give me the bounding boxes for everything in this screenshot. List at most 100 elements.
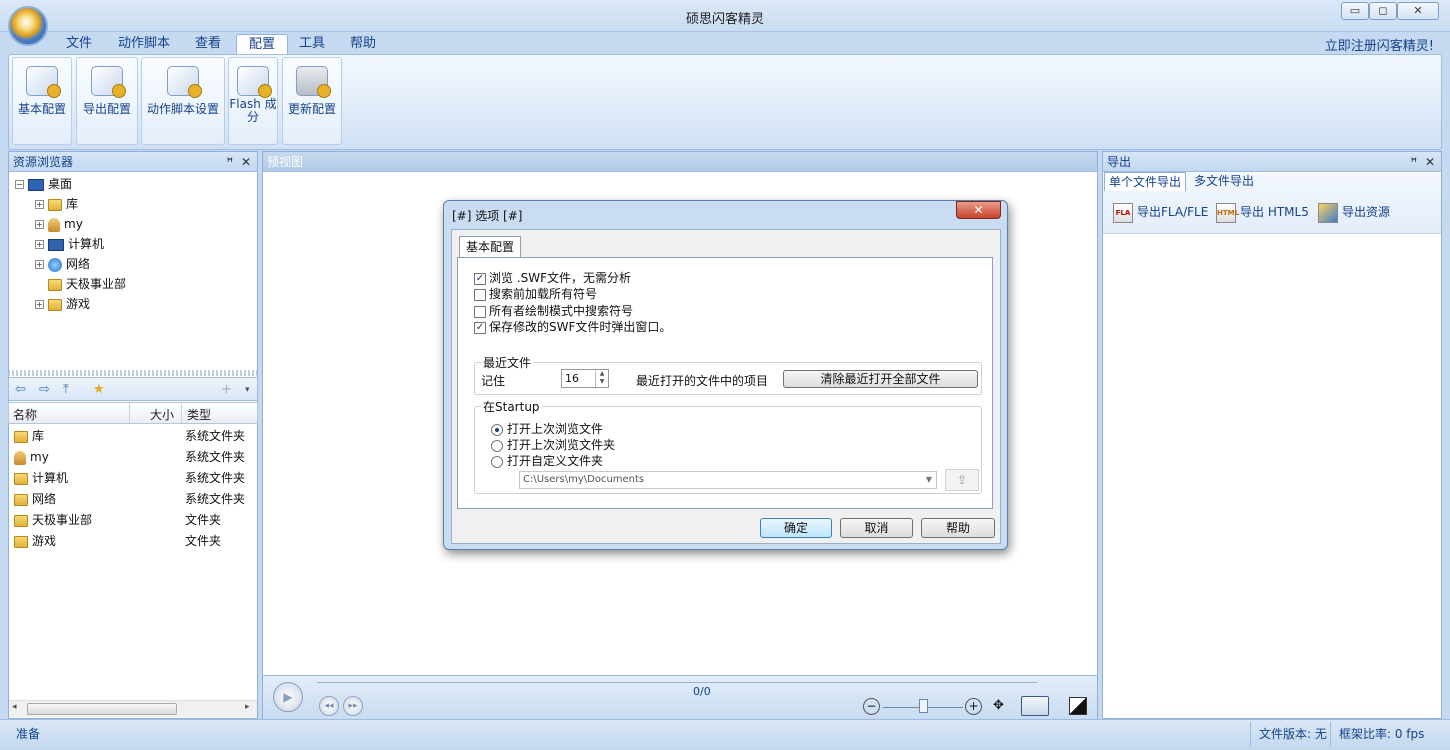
window-title: 硕思闪客精灵 [685,12,764,27]
basic-config-button[interactable]: 基本配置 [12,57,72,145]
tree-item-games[interactable]: + 游戏 [15,294,126,314]
column-name[interactable]: 名称 [13,406,37,423]
checkbox-popup-on-save[interactable]: ✓ 保存修改的SWF文件时弹出窗口。 [474,319,671,335]
pin-icon[interactable]: ꟸ [226,155,233,169]
checkbox-browse-swf[interactable]: ✓ 浏览 .SWF文件，无需分析 [474,270,631,286]
basic-config-page: ✓ 浏览 .SWF文件，无需分析 搜索前加载所有符号 所有者绘制模式中搜索符号 ✓… [457,257,993,509]
fast-forward-button[interactable]: ▸▸ [343,696,363,716]
expand-icon[interactable]: + [35,200,44,209]
favorite-star-icon[interactable]: ★ [93,382,105,397]
radio-dot[interactable] [491,439,503,452]
dialog-close-button[interactable]: ✕ [956,201,1001,219]
update-config-button[interactable]: 更新配置 [282,57,342,145]
checkbox-ownerdraw-search[interactable]: 所有者绘制模式中搜索符号 [474,303,633,319]
zoom-slider-thumb[interactable] [919,699,928,713]
tab-multi-export[interactable]: 多文件导出 [1190,172,1258,191]
collapse-icon[interactable]: − [15,180,24,189]
zoom-out-icon[interactable]: − [863,698,880,715]
list-item[interactable]: 天极事业部 文件夹 [9,510,257,531]
expand-icon[interactable]: + [35,300,44,309]
export-title: 导出 [1107,155,1132,169]
list-item[interactable]: my 系统文件夹 [9,447,257,468]
tree-item-tianji[interactable]: 天极事业部 [15,274,126,294]
close-window-button[interactable]: ✕ [1397,2,1439,20]
column-size[interactable]: 大小 [150,406,174,423]
flash-component-button[interactable]: Flash 成分 [228,57,278,145]
cancel-button[interactable]: 取消 [840,518,913,538]
tree-item-my[interactable]: + my [15,214,126,234]
timeline-track[interactable] [317,682,1037,683]
close-panel-icon[interactable]: ✕ [1425,155,1435,169]
menu-bar: 文件 动作脚本 查看 配置 工具 帮助 立即注册闪客精灵! [0,32,1450,55]
tree-item-desktop[interactable]: − 桌面 [15,174,126,194]
fit-100-icon[interactable] [1021,696,1049,716]
export-config-button[interactable]: 导出配置 [76,57,138,145]
dropdown-arrow-icon[interactable]: ▼ [926,472,932,488]
panel-splitter[interactable] [8,370,258,376]
maximize-button[interactable]: ◻ [1369,2,1397,20]
column-type[interactable]: 类型 [187,406,211,423]
menu-file[interactable]: 文件 [54,34,104,55]
back-arrow-icon[interactable]: ⇦ [15,382,26,397]
file-list: 库系统文件夹 my 系统文件夹 计算机 系统文件夹 网络 系统文件夹 天极事业部 文件夹… [9,426,257,698]
close-panel-icon[interactable]: ✕ [241,155,251,169]
list-item[interactable]: 库系统文件夹 [9,426,257,447]
checkbox-preload-symbols[interactable]: 搜索前加载所有符号 [474,286,597,302]
tab-single-export[interactable]: 单个文件导出 [1104,172,1187,191]
register-link[interactable]: 立即注册闪客精灵! [1325,35,1434,54]
checkbox-box[interactable] [474,288,486,301]
app-logo-icon[interactable] [8,6,48,46]
expand-icon[interactable]: + [35,260,44,269]
menu-tools[interactable]: 工具 [287,34,337,55]
menu-config[interactable]: 配置 [236,34,289,55]
export-resources-button[interactable]: 导出资源 [1318,200,1390,224]
list-item[interactable]: 计算机 系统文件夹 [9,468,257,489]
tree-item-network[interactable]: + 网络 [15,254,126,274]
list-item[interactable]: 游戏 文件夹 [9,531,257,552]
rewind-button[interactable]: ◂◂ [319,696,339,716]
checkbox-box[interactable]: ✓ [474,272,486,285]
spin-arrows-icon[interactable]: ▲ ▼ [595,370,608,387]
radio-open-custom-folder[interactable]: 打开自定义文件夹 [491,453,603,469]
recent-files-title: 最近文件 [481,354,534,371]
forward-arrow-icon[interactable]: ⇨ [39,382,50,397]
export-fla-button[interactable]: FLA 导出FLA/FLE [1113,200,1208,224]
expand-icon[interactable]: + [35,240,44,249]
horizontal-scrollbar[interactable]: ◂ ▸ [9,700,257,717]
scroll-thumb[interactable] [27,703,177,715]
recent-count-stepper[interactable]: 16 ▲ ▼ [561,369,609,388]
expand-icon[interactable]: + [35,220,44,229]
background-color-icon[interactable] [1069,697,1087,715]
zoom-tool-icon[interactable]: ✥ [993,698,1004,713]
ok-button[interactable]: 确定 [760,518,832,538]
checkbox-box[interactable]: ✓ [474,321,486,334]
minimize-button[interactable]: ▭ [1341,2,1369,20]
radio-open-last-folder[interactable]: 打开上次浏览文件夹 [491,437,615,453]
scroll-right-icon[interactable]: ▸ [245,702,250,712]
menu-help[interactable]: 帮助 [338,34,388,55]
tab-basic-config[interactable]: 基本配置 [459,236,521,258]
pin-icon[interactable]: ꟸ [1410,155,1417,169]
actionscript-settings-button[interactable]: 动作脚本设置 [141,57,225,145]
dropdown-arrow-icon[interactable]: ▾ [245,385,250,395]
tree-item-library[interactable]: + 库 [15,194,126,214]
menu-view[interactable]: 查看 [183,34,233,55]
help-button[interactable]: 帮助 [921,518,995,538]
zoom-in-icon[interactable]: + [965,698,982,715]
play-button[interactable]: ▶ [273,682,303,712]
export-html5-button[interactable]: HTML导出 HTML5 [1216,200,1309,224]
checkbox-box[interactable] [474,305,486,318]
radio-dot[interactable] [491,455,503,468]
radio-dot[interactable] [491,423,503,436]
browse-folder-icon[interactable]: ⇪ [945,469,979,491]
custom-folder-path[interactable]: C:\Users\my\Documents ▼ [519,471,937,489]
add-icon[interactable]: + [221,382,232,397]
resource-browser-title: 资源浏览器 [13,155,74,169]
menu-actionscript[interactable]: 动作脚本 [106,34,182,55]
clear-recent-button[interactable]: 清除最近打开全部文件 [783,370,978,388]
scroll-left-icon[interactable]: ◂ [12,702,17,712]
list-item[interactable]: 网络 系统文件夹 [9,489,257,510]
tree-item-computer[interactable]: + 计算机 [15,234,126,254]
up-folder-icon[interactable]: ⤒ [63,382,69,397]
radio-open-last-file[interactable]: 打开上次浏览文件 [491,421,603,437]
